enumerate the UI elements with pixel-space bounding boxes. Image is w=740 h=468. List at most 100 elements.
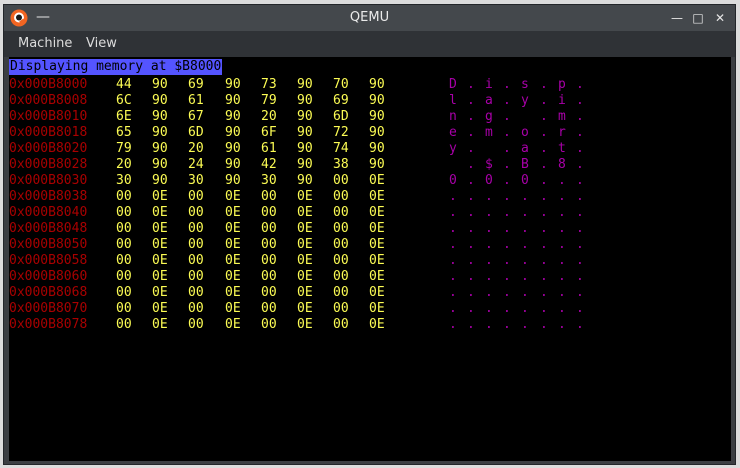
memory-char: . <box>503 301 511 316</box>
memory-byte: 00 <box>261 221 277 236</box>
memory-char: . <box>576 77 584 92</box>
memory-byte: 0E <box>152 317 168 332</box>
memory-byte: 0E <box>225 205 241 220</box>
memory-byte: 0E <box>369 205 385 220</box>
memory-byte: 00 <box>333 317 349 332</box>
memory-byte: 90 <box>297 173 313 188</box>
memory-char: . <box>576 93 584 108</box>
memory-char: . <box>503 189 511 204</box>
memory-char: . <box>503 77 511 92</box>
menu-view[interactable]: View <box>82 31 121 57</box>
memory-byte: 79 <box>261 93 277 108</box>
memory-byte: 61 <box>261 141 277 156</box>
memory-byte: 70 <box>333 77 349 92</box>
memory-byte: 0E <box>369 285 385 300</box>
memory-byte: 73 <box>261 77 277 92</box>
memory-char: . <box>521 253 529 268</box>
window-title: QEMU <box>349 10 390 25</box>
memory-char: . <box>558 269 566 284</box>
memory-char: . <box>485 189 493 204</box>
menu-machine[interactable]: Machine <box>14 31 76 57</box>
memory-char: . <box>467 173 475 188</box>
memory-char <box>521 109 529 125</box>
collapse-icon[interactable]: — <box>36 10 50 24</box>
close-icon[interactable]: ✕ <box>712 10 728 26</box>
memory-char: . <box>540 157 548 172</box>
memory-char: . <box>467 141 475 156</box>
memory-byte: 00 <box>333 189 349 204</box>
qemu-window: — QEMU — □ ✕ Machine View Displaying mem… <box>3 4 736 465</box>
memory-byte: 0E <box>369 317 385 332</box>
memory-byte: 0E <box>225 301 241 316</box>
memory-address: 0x000B8068 <box>9 285 88 300</box>
memory-row: 0x000B8040 00 0E 00 0E 00 0E 00 0E........ <box>9 205 731 221</box>
memory-byte: 90 <box>369 109 385 124</box>
memory-char: . <box>467 317 475 332</box>
memory-byte: 90 <box>225 125 241 140</box>
memory-char: n <box>449 109 457 124</box>
memory-byte: 72 <box>333 125 349 140</box>
memory-char: . <box>540 237 548 252</box>
memory-address: 0x000B8008 <box>9 93 88 108</box>
memory-row: 0x000B8058 00 0E 00 0E 00 0E 00 0E........ <box>9 253 731 269</box>
vm-display[interactable]: Displaying memory at $B8000 0x000B8000 44… <box>9 57 731 461</box>
memory-char: B <box>521 157 529 172</box>
memory-char: . <box>558 173 566 188</box>
memory-address: 0x000B8030 <box>9 173 88 188</box>
memory-byte: 90 <box>152 93 168 108</box>
memory-byte: 0E <box>152 221 168 236</box>
memory-char: . <box>449 301 457 316</box>
memory-byte: 0E <box>369 173 385 188</box>
memory-char: . <box>540 77 548 92</box>
memory-char: . <box>467 285 475 300</box>
minimize-icon[interactable]: — <box>669 10 685 26</box>
memory-char: . <box>485 253 493 268</box>
memory-char: p <box>558 77 566 92</box>
memory-byte: 00 <box>188 237 204 252</box>
memory-char: . <box>521 269 529 284</box>
memory-char: . <box>576 301 584 316</box>
memory-char: . <box>485 205 493 220</box>
memory-char: . <box>467 205 475 220</box>
memory-char: . <box>540 109 548 124</box>
memory-byte: 90 <box>225 109 241 124</box>
maximize-icon[interactable]: □ <box>690 10 706 26</box>
memory-address: 0x000B8038 <box>9 189 88 204</box>
memory-char: . <box>503 141 511 156</box>
memory-byte: 00 <box>188 269 204 284</box>
memory-char: . <box>521 221 529 236</box>
memory-address: 0x000B8010 <box>9 109 88 124</box>
memory-byte: 0E <box>225 221 241 236</box>
title-bar[interactable]: — QEMU — □ ✕ <box>4 5 735 31</box>
memory-address: 0x000B8020 <box>9 141 88 156</box>
memory-byte: 0E <box>369 301 385 316</box>
memory-char <box>449 157 457 173</box>
memory-byte: 00 <box>188 301 204 316</box>
memory-byte: 00 <box>116 285 132 300</box>
memory-char: . <box>485 285 493 300</box>
memory-byte: 0E <box>369 253 385 268</box>
memory-char: . <box>503 221 511 236</box>
memory-byte: 00 <box>116 221 132 236</box>
memory-byte: 67 <box>188 109 204 124</box>
memory-char: y <box>449 141 457 156</box>
memory-byte: 0E <box>225 253 241 268</box>
memory-char: . <box>485 301 493 316</box>
memory-char: . <box>558 317 566 332</box>
memory-row: 0x000B8050 00 0E 00 0E 00 0E 00 0E........ <box>9 237 731 253</box>
qemu-logo-icon[interactable] <box>10 9 28 27</box>
memory-byte: 20 <box>188 141 204 156</box>
memory-char: . <box>449 189 457 204</box>
memory-char: 0 <box>449 173 457 188</box>
memory-byte: 00 <box>333 221 349 236</box>
memory-char: . <box>576 269 584 284</box>
memory-byte: 90 <box>152 173 168 188</box>
memory-byte: 0E <box>369 221 385 236</box>
memory-byte: 90 <box>225 157 241 172</box>
memory-char: t <box>558 141 566 156</box>
memory-char: m <box>485 125 493 140</box>
memory-byte: 0E <box>297 285 313 300</box>
memory-byte: 90 <box>152 77 168 92</box>
memory-byte: 90 <box>297 93 313 108</box>
memory-byte: 00 <box>333 205 349 220</box>
